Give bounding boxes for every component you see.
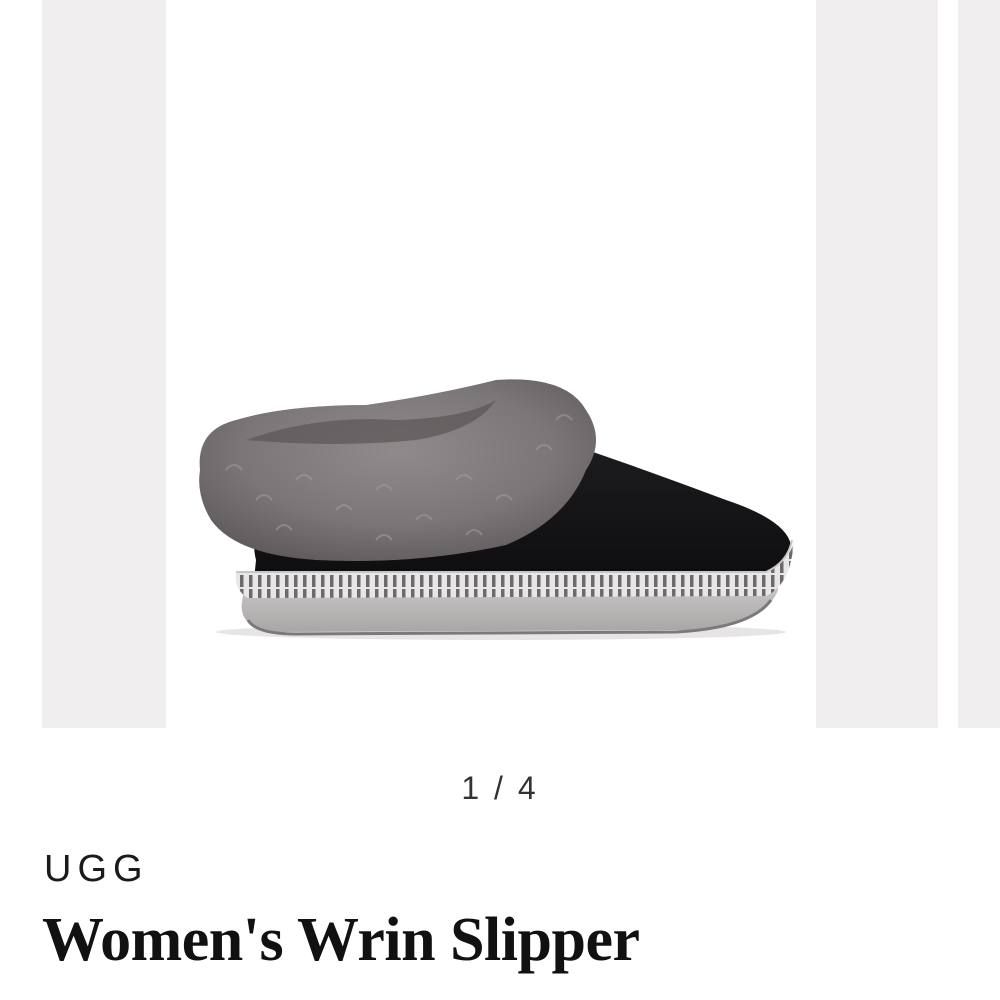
slide-image-frame [166,0,816,728]
product-brand[interactable]: UGG [44,848,149,891]
product-title: Women's Wrin Slipper [42,906,640,974]
product-page: 1 / 4 UGG Women's Wrin Slipper [0,0,1000,1000]
product-image[interactable] [166,0,816,728]
next-slide-peek[interactable] [958,0,1000,728]
carousel-slide[interactable] [42,0,938,728]
carousel-counter: 1 / 4 [461,770,539,806]
image-carousel[interactable] [0,0,1000,730]
